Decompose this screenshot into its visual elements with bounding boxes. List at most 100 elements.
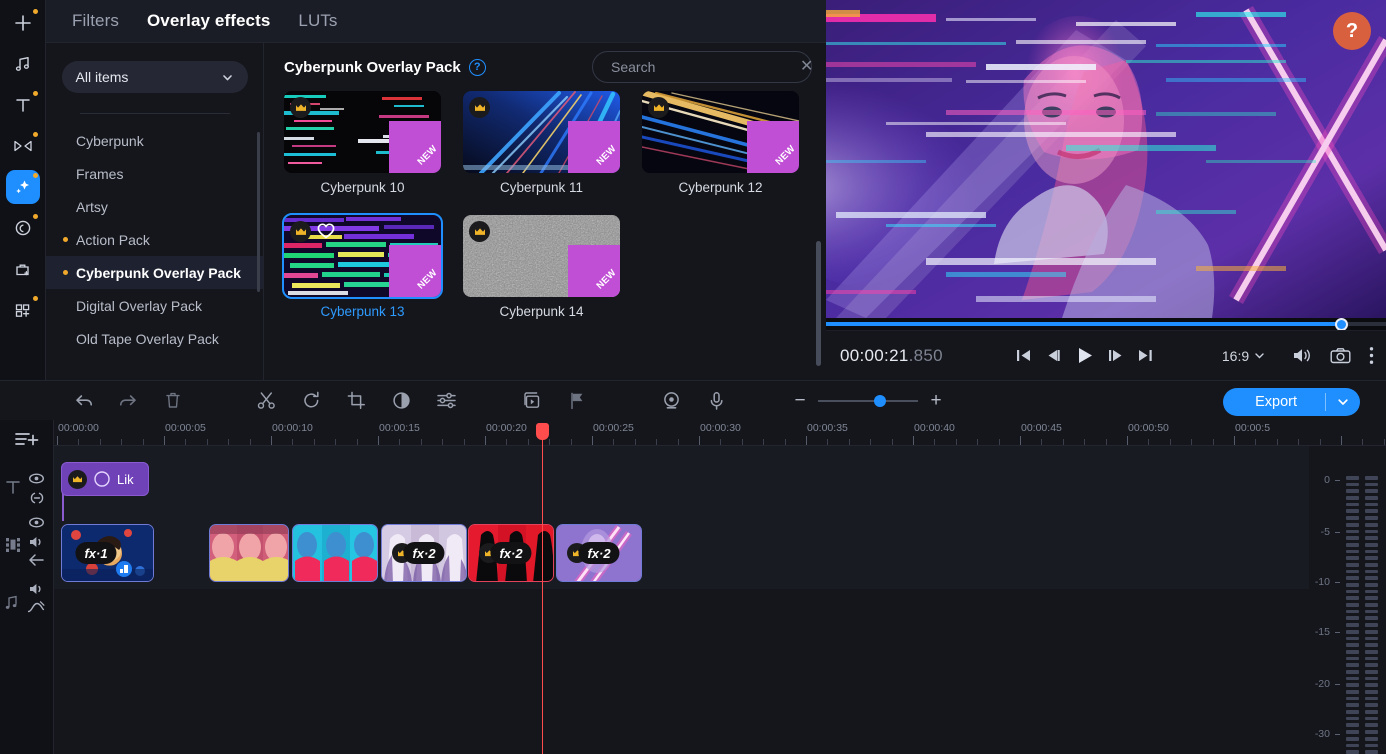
video-clip-5[interactable]: fx·2 <box>468 524 554 582</box>
prev-frame-button[interactable] <box>1045 348 1062 363</box>
audio-icon[interactable] <box>6 47 40 81</box>
effect-cell-cyberpunk-14[interactable]: NEW Cyberpunk 14 <box>463 215 620 319</box>
export-button[interactable]: Export <box>1223 388 1360 416</box>
volume-icon[interactable] <box>1292 347 1312 364</box>
category-label: Frames <box>76 166 123 182</box>
clear-search-icon[interactable]: ✕ <box>800 59 813 75</box>
video-clip-4[interactable]: fx·2 <box>381 524 467 582</box>
marker-button[interactable] <box>561 386 591 416</box>
ruler-label: 00:00:35 <box>807 422 848 434</box>
effect-thumbnail[interactable]: NEW <box>463 215 620 297</box>
screen-record-button[interactable] <box>656 386 686 416</box>
effects-tab-bar: Filters Overlay effects LUTs <box>46 0 826 43</box>
next-frame-button[interactable] <box>1107 348 1124 363</box>
eye-icon[interactable] <box>28 515 45 535</box>
audio-meter-label: 0 <box>1324 474 1330 486</box>
title-track-lane[interactable] <box>54 446 1309 511</box>
tab-luts[interactable]: LUTs <box>288 7 347 35</box>
preview-video[interactable]: ? <box>826 0 1386 318</box>
effect-cell-cyberpunk-11[interactable]: NEW Cyberpunk 11 <box>463 91 620 195</box>
redo-button[interactable] <box>113 386 143 416</box>
category-digital-overlay-pack[interactable]: Digital Overlay Pack <box>46 289 263 322</box>
play-button[interactable] <box>1075 346 1094 365</box>
tab-filters[interactable]: Filters <box>62 7 129 35</box>
filters-effects-icon[interactable] <box>6 170 40 204</box>
playhead-handle[interactable] <box>536 423 549 440</box>
jump-start-button[interactable] <box>1015 348 1032 363</box>
premium-crown-icon <box>469 97 490 118</box>
zoom-out-button[interactable]: − <box>788 389 812 413</box>
favorite-heart-icon[interactable] <box>316 221 336 245</box>
transitions-icon[interactable] <box>6 129 40 163</box>
export-dropdown-button[interactable] <box>1326 388 1360 416</box>
transport-controls <box>1015 346 1154 365</box>
track-headers <box>0 420 54 754</box>
video-clip-2[interactable] <box>209 524 289 582</box>
effect-cell-cyberpunk-10[interactable]: NEW Cyberpunk 10 <box>284 91 441 195</box>
ruler-label: 00:00:30 <box>700 422 741 434</box>
zoom-slider-handle[interactable] <box>874 395 886 407</box>
overlay-clip[interactable]: Lik <box>61 462 149 496</box>
eye-icon[interactable] <box>28 471 45 491</box>
speaker-icon[interactable] <box>28 581 45 602</box>
category-cyberpunk-overlay-pack[interactable]: Cyberpunk Overlay Pack <box>46 256 263 289</box>
help-circle-icon[interactable]: ? <box>469 59 486 76</box>
video-clip-3[interactable] <box>292 524 378 582</box>
link-icon[interactable] <box>28 491 46 510</box>
properties-button[interactable] <box>431 386 461 416</box>
more-tools-icon[interactable] <box>6 293 40 327</box>
video-clip-1[interactable]: fx·1 <box>61 524 154 582</box>
timeline: 00:00:00 00:00:05 00:00:10 00:00:15 00:0… <box>0 420 1386 754</box>
effect-cell-cyberpunk-12[interactable]: NEW Cyberpunk 12 <box>642 91 799 195</box>
rotate-button[interactable] <box>296 386 326 416</box>
effect-thumbnail[interactable]: NEW <box>284 215 441 297</box>
category-label: Cyberpunk Overlay Pack <box>76 265 241 281</box>
color-adjust-button[interactable] <box>386 386 416 416</box>
player-timecode[interactable]: 00:00:21.850 <box>840 346 943 366</box>
ruler-label: 00:00:40 <box>914 422 955 434</box>
help-button[interactable]: ? <box>1333 12 1371 50</box>
tab-overlay-effects[interactable]: Overlay effects <box>137 7 280 35</box>
aspect-ratio-selector[interactable]: 16:9 <box>1222 348 1265 364</box>
category-frames[interactable]: Frames <box>46 157 263 190</box>
category-scrollbar[interactable] <box>257 132 260 292</box>
jump-end-button[interactable] <box>1137 348 1154 363</box>
effect-cell-cyberpunk-13[interactable]: NEW Cyberpunk 13 <box>284 215 441 319</box>
search-input[interactable] <box>611 59 792 75</box>
category-action-pack[interactable]: Action Pack <box>46 223 263 256</box>
snapshot-camera-icon[interactable] <box>1330 347 1351 364</box>
stickers-icon[interactable] <box>6 252 40 286</box>
zoom-in-button[interactable]: + <box>924 389 948 413</box>
video-clip-6[interactable]: fx·2 <box>556 524 642 582</box>
undo-button[interactable] <box>68 386 98 416</box>
voiceover-button[interactable] <box>701 386 731 416</box>
color-adjust-icon[interactable] <box>6 211 40 245</box>
split-button[interactable] <box>251 386 281 416</box>
category-cyberpunk[interactable]: Cyberpunk <box>46 124 263 157</box>
category-artsy[interactable]: Artsy <box>46 190 263 223</box>
speaker-icon[interactable] <box>28 534 45 555</box>
timeline-ruler[interactable]: 00:00:00 00:00:05 00:00:10 00:00:15 00:0… <box>54 420 1386 446</box>
slideshow-button[interactable] <box>516 386 546 416</box>
add-track-icon[interactable] <box>14 430 40 455</box>
zoom-slider[interactable] <box>818 393 918 409</box>
effect-thumbnail[interactable]: NEW <box>642 91 799 173</box>
titles-icon[interactable] <box>6 88 40 122</box>
arrow-left-icon[interactable] <box>28 553 45 572</box>
add-media-icon[interactable] <box>6 6 40 40</box>
effect-thumbnail[interactable]: NEW <box>284 91 441 173</box>
ruler-label: 00:00:05 <box>165 422 206 434</box>
new-badge: NEW <box>568 121 620 173</box>
category-old-tape-overlay-pack[interactable]: Old Tape Overlay Pack <box>46 322 263 355</box>
badge-dot <box>33 9 38 14</box>
preview-seekbar[interactable] <box>826 318 1386 330</box>
delete-button[interactable] <box>158 386 188 416</box>
crop-button[interactable] <box>341 386 371 416</box>
effects-scrollbar[interactable] <box>816 241 821 366</box>
more-options-icon[interactable] <box>1369 346 1374 365</box>
effect-thumbnail[interactable]: NEW <box>463 91 620 173</box>
browser-header: Cyberpunk Overlay Pack ? ✕ <box>264 43 826 91</box>
all-items-dropdown[interactable]: All items <box>62 61 248 93</box>
audio-curve-icon[interactable] <box>27 600 45 620</box>
search-box[interactable]: ✕ <box>592 51 812 83</box>
